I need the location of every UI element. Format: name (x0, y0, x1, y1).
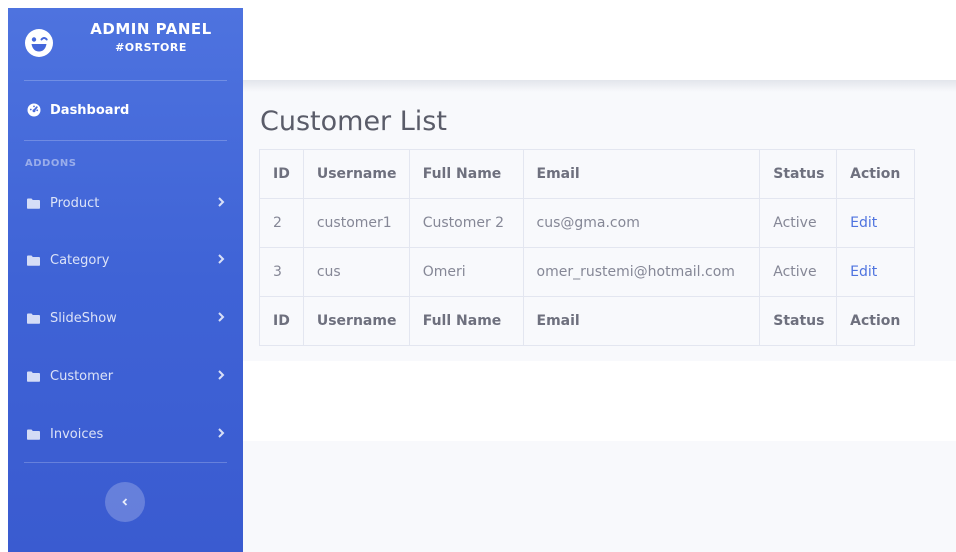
cell-status: Active (759, 198, 838, 248)
folder-icon (27, 371, 40, 382)
sidebar-item-label: Invoices (50, 426, 104, 442)
sidebar-item-label: Category (50, 252, 110, 268)
tachometer-icon (27, 103, 41, 117)
column-header[interactable]: Email (522, 149, 761, 199)
sidebar-item-invoices[interactable]: Invoices (8, 420, 243, 448)
cell-id: 2 (259, 198, 304, 248)
chevron-right-icon (217, 427, 225, 439)
table-row: 3 cus Omeri omer_rustemi@hotmail.com Act… (259, 247, 915, 297)
chevron-right-icon (217, 369, 225, 381)
column-header[interactable]: Action (836, 149, 915, 199)
folder-icon (27, 429, 40, 440)
page-title: Customer List (260, 106, 447, 137)
cell-username: customer1 (302, 198, 410, 248)
content-band (243, 361, 956, 441)
column-footer: Username (302, 296, 410, 346)
column-header[interactable]: Username (302, 149, 410, 199)
chevron-left-icon (121, 497, 129, 507)
edit-link[interactable]: Edit (850, 264, 877, 280)
folder-icon (27, 313, 40, 324)
cell-full-name: Omeri (408, 247, 524, 297)
table-row: 2 customer1 Customer 2 cus@gma.com Activ… (259, 198, 915, 248)
sidebar-divider (24, 80, 227, 81)
column-header[interactable]: ID (259, 149, 304, 199)
topbar (243, 0, 956, 80)
column-footer: Email (522, 296, 761, 346)
sidebar-item-label: Dashboard (50, 102, 130, 118)
sidebar-item-category[interactable]: Category (8, 246, 243, 274)
sidebar-item-label: Product (50, 195, 100, 211)
sidebar-item-slideshow[interactable]: SlideShow (8, 304, 243, 332)
column-header[interactable]: Full Name (408, 149, 524, 199)
brand-text: ADMIN PANEL #ORSTORE (66, 20, 236, 54)
cell-email: cus@gma.com (522, 198, 761, 248)
chevron-right-icon (217, 311, 225, 323)
sidebar-item-dashboard[interactable]: Dashboard (8, 96, 243, 124)
sidebar-item-label: Customer (50, 368, 114, 384)
cell-status: Active (759, 247, 838, 297)
cell-action: Edit (836, 247, 915, 297)
sidebar: ADMIN PANEL #ORSTORE Dashboard ADDONS Pr… (8, 8, 243, 552)
chevron-right-icon (217, 253, 225, 265)
sidebar-item-label: SlideShow (50, 310, 117, 326)
brand-link[interactable]: ADMIN PANEL #ORSTORE (8, 8, 243, 80)
sidebar-heading: ADDONS (25, 158, 77, 169)
laugh-wink-icon (25, 29, 53, 57)
brand-subtitle: #ORSTORE (115, 41, 187, 54)
column-footer: Status (759, 296, 838, 346)
brand-title: ADMIN PANEL (90, 20, 212, 38)
edit-link[interactable]: Edit (850, 215, 877, 231)
chevron-right-icon (217, 196, 225, 208)
sidebar-divider (24, 140, 227, 141)
folder-icon (27, 255, 40, 266)
sidebar-toggle-button[interactable] (105, 482, 145, 522)
sidebar-item-product[interactable]: Product (8, 189, 243, 217)
cell-email: omer_rustemi@hotmail.com (522, 247, 761, 297)
column-footer: ID (259, 296, 304, 346)
column-header[interactable]: Status (759, 149, 838, 199)
column-footer: Full Name (408, 296, 524, 346)
table-header-row: ID Username Full Name Email Status Actio… (259, 149, 915, 199)
table-footer-row: ID Username Full Name Email Status Actio… (259, 296, 915, 346)
column-footer: Action (836, 296, 915, 346)
sidebar-divider (24, 462, 227, 463)
cell-action: Edit (836, 198, 915, 248)
folder-icon (27, 198, 40, 209)
customer-table: ID Username Full Name Email Status Actio… (259, 149, 915, 346)
topbar-shadow (243, 80, 956, 92)
sidebar-item-customer[interactable]: Customer (8, 362, 243, 390)
cell-id: 3 (259, 247, 304, 297)
cell-username: cus (302, 247, 410, 297)
cell-full-name: Customer 2 (408, 198, 524, 248)
